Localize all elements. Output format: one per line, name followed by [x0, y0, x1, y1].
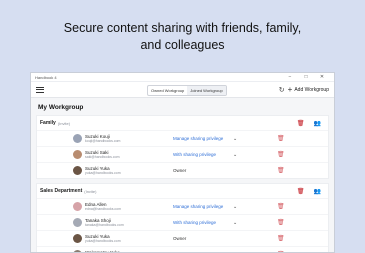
minimize-icon[interactable]: −	[282, 74, 298, 80]
member-info: Edna Allen edna@handbooks.com	[85, 202, 121, 211]
remove-member-icon[interactable]: 🗑	[277, 235, 285, 242]
remove-member-icon[interactable]: 🗑	[277, 167, 285, 174]
tab-joined-workgroup[interactable]: Joined Workgroup	[187, 86, 226, 95]
main-content: My Workgroup Family (Invite) 🗑 👥 Suzuki Kouj…	[31, 98, 334, 252]
member-row: Edna Allen edna@handbooks.com Manage shari…	[37, 198, 328, 214]
permission-select[interactable]: With sharing privilege	[173, 220, 216, 225]
remove-member-icon[interactable]: 🗑	[277, 135, 285, 142]
member-row: Suzuki Saki saki@handbooks.com With sharin…	[37, 146, 328, 162]
plus-icon: +	[287, 84, 293, 94]
delete-group-icon[interactable]: 🗑	[297, 188, 305, 195]
remove-member-icon[interactable]: 🗑	[277, 203, 285, 210]
member-email: edna@handbooks.com	[85, 207, 122, 211]
share-group-icon[interactable]: 👥	[314, 188, 321, 195]
permission-select: Owner	[173, 168, 187, 173]
permission-select[interactable]: Manage sharing privilege	[173, 136, 223, 141]
tab-owned-workgroup[interactable]: Owned Workgroup	[148, 86, 187, 95]
member-info: Suzuki Kouji kouji@handbooks.com	[85, 134, 120, 143]
refresh-icon[interactable]: ↻	[279, 86, 285, 94]
remove-member-icon[interactable]: 🗑	[277, 219, 285, 226]
add-workgroup-label: Add Workgroup	[294, 86, 329, 93]
toolbar-actions: ↻ + Add Workgroup	[279, 84, 329, 94]
chevron-down-icon[interactable]: ⌄	[233, 220, 237, 226]
group-invite-status: (Invite)	[57, 120, 71, 126]
permission-select[interactable]: With sharing privilege	[173, 152, 216, 157]
member-row: Wakamatsu Yukowakamatsu@handbooks.comWit…	[37, 246, 328, 252]
chevron-down-icon[interactable]: ⌄	[233, 204, 237, 210]
workgroup-card: Sales Department (Invite) 🗑 👥 Edna Allen edna…	[36, 183, 329, 252]
close-icon[interactable]: ✕	[314, 74, 330, 80]
remove-member-icon[interactable]: 🗑	[277, 151, 285, 158]
member-email: yuka@handbooks.com	[85, 171, 121, 175]
avatar	[73, 234, 82, 243]
permission-select: Owner	[173, 236, 187, 241]
avatar	[73, 166, 82, 175]
member-row: Suzuki Yuka yuka@handbooks.com Owner 🗑	[37, 162, 328, 178]
workgroup-card: Family (Invite) 🗑 👥 Suzuki Kouji kouji@handbo…	[36, 115, 329, 179]
avatar	[73, 134, 82, 143]
group-header: Family (Invite) 🗑 👥	[37, 116, 328, 130]
share-group-icon[interactable]: 👥	[314, 120, 321, 127]
headline: Secure content sharing with friends, fam…	[0, 20, 365, 54]
headline-line-2: and colleagues	[140, 38, 225, 52]
hamburger-menu-icon[interactable]	[36, 86, 44, 93]
group-name: Sales Department	[40, 188, 83, 194]
member-email: saki@handbooks.com	[85, 155, 120, 159]
member-email: kouji@handbooks.com	[85, 139, 121, 143]
avatar	[73, 202, 82, 211]
member-row: Suzuki Yuka yuka@handbooks.com Owner 🗑	[37, 230, 328, 246]
delete-group-icon[interactable]: 🗑	[297, 120, 305, 127]
member-row: Suzuki Kouji kouji@handbooks.com Manage sh…	[37, 130, 328, 146]
group-header: Sales Department (Invite) 🗑 👥	[37, 184, 328, 198]
maximize-icon[interactable]: □	[298, 74, 314, 80]
member-row: Tanaka Shoji tanaka@handbooks.com With sha…	[37, 214, 328, 230]
title-bar: Handbook 4 − □ ✕	[31, 73, 334, 82]
permission-select[interactable]: Manage sharing privilege	[173, 204, 223, 209]
toolbar: Owned Workgroup Joined Workgroup ↻ + Add…	[31, 82, 334, 98]
group-invite-status: (Invite)	[84, 188, 97, 194]
member-info: Suzuki Yuka yuka@handbooks.com	[85, 234, 121, 243]
group-actions: 🗑 👥	[297, 120, 325, 127]
app-window: Handbook 4 − □ ✕ Owned Workgroup Joined …	[30, 72, 335, 253]
member-email: tanaka@handbooks.com	[85, 223, 124, 227]
group-actions: 🗑 👥	[297, 188, 325, 195]
member-info: Suzuki Yuka yuka@handbooks.com	[85, 166, 121, 175]
group-list: Family (Invite) 🗑 👥 Suzuki Kouji kouji@handbo…	[36, 115, 329, 252]
member-info: Suzuki Saki saki@handbooks.com	[85, 150, 120, 159]
chevron-down-icon[interactable]: ⌄	[233, 136, 237, 142]
avatar	[73, 218, 82, 227]
add-workgroup-button[interactable]: + Add Workgroup	[287, 84, 329, 94]
group-name: Family	[40, 120, 56, 126]
member-info: Tanaka Shoji tanaka@handbooks.com	[85, 218, 124, 227]
workgroup-tab-switch: Owned Workgroup Joined Workgroup	[147, 85, 227, 96]
app-title: Handbook 4	[35, 74, 57, 80]
avatar	[73, 150, 82, 159]
member-email: yuka@handbooks.com	[85, 239, 121, 243]
page-title: My Workgroup	[38, 104, 84, 111]
headline-line-1: Secure content sharing with friends, fam…	[63, 21, 302, 35]
chevron-down-icon[interactable]: ⌄	[233, 152, 237, 158]
